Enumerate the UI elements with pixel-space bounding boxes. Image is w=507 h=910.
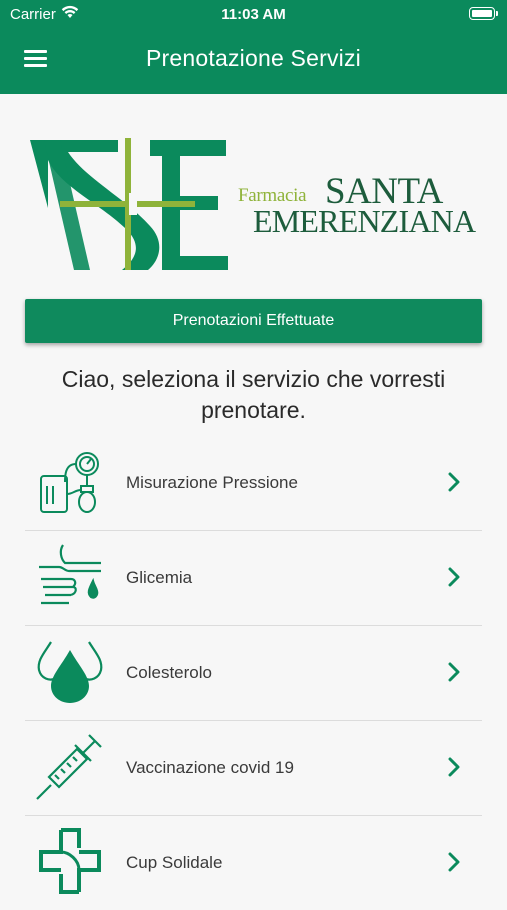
chevron-right-icon — [448, 472, 460, 492]
app-header: Carrier 11:03 AM Prenotazione Servizi — [0, 0, 507, 94]
chevron-right-icon — [448, 567, 460, 587]
cup-cross-icon — [39, 828, 101, 894]
status-bar: Carrier 11:03 AM — [0, 0, 507, 28]
service-label: Vaccinazione covid 19 — [126, 758, 294, 777]
battery-icon — [469, 7, 498, 20]
service-label: Cup Solidale — [126, 853, 223, 872]
prenotazioni-effettuate-button[interactable]: Prenotazioni Effettuate — [25, 299, 482, 343]
chevron-right-icon — [448, 852, 460, 872]
service-row-cup-solidale[interactable]: Cup Solidale — [25, 816, 482, 910]
service-label: Colesterolo — [126, 663, 212, 682]
greeting-text: Ciao, seleziona il servizio che vorresti… — [61, 366, 446, 423]
service-label: Misurazione Pressione — [126, 473, 298, 492]
drops-icon — [37, 641, 103, 703]
service-row-glicemia[interactable]: Glicemia — [25, 531, 482, 626]
chevron-right-icon — [448, 662, 460, 682]
page-title: Prenotazione Servizi — [146, 45, 361, 71]
service-row-pressione[interactable]: Misurazione Pressione — [25, 436, 482, 531]
service-list: Misurazione Pressione Glicemia Colestero… — [25, 436, 482, 910]
service-row-vaccinazione[interactable]: Vaccinazione covid 19 — [25, 721, 482, 816]
blood-pressure-icon — [40, 452, 99, 513]
service-row-colesterolo[interactable]: Colesterolo — [25, 626, 482, 721]
logo-text-emerenziana: EMERENZIANA — [253, 203, 476, 239]
syringe-icon — [36, 734, 102, 800]
service-label: Glicemia — [126, 568, 193, 587]
chevron-right-icon — [448, 757, 460, 777]
status-time: 11:03 AM — [221, 6, 286, 23]
glucose-finger-icon — [39, 544, 101, 605]
